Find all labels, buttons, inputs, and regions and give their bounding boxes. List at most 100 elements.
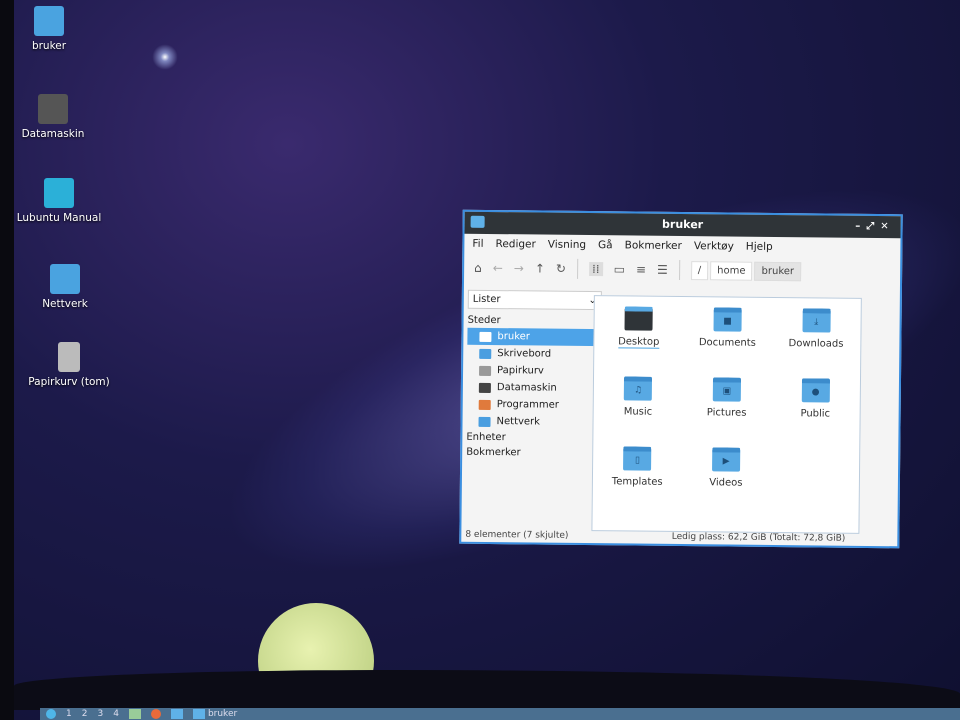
window-controls[interactable]: –⤢✕ xyxy=(855,216,895,238)
file-item[interactable]: ▯ Templates xyxy=(593,442,682,513)
templates-folder-icon: ▯ xyxy=(623,446,652,471)
pictures-folder-icon: ▣ xyxy=(712,377,742,402)
status-count: 8 elementer (7 skjulte) xyxy=(465,529,569,541)
file-item[interactable]: ▣ Pictures xyxy=(682,373,771,444)
task-bruker[interactable]: bruker xyxy=(192,709,238,719)
breadcrumb: / home bruker xyxy=(690,260,802,281)
workspace-2[interactable]: 2 xyxy=(82,709,88,719)
computer-icon xyxy=(478,382,491,393)
manual-icon xyxy=(44,178,74,208)
trash-icon xyxy=(479,365,492,376)
crumb-bruker[interactable]: bruker xyxy=(754,261,802,281)
network-icon xyxy=(478,416,491,427)
up-icon[interactable]: ↑ xyxy=(535,261,545,275)
item-label: Skrivebord xyxy=(497,348,552,360)
back-icon[interactable]: ← xyxy=(493,261,503,275)
item-label: Nettverk xyxy=(496,416,541,428)
applications-icon xyxy=(478,399,491,410)
file-item[interactable]: ♫ Music xyxy=(593,372,682,443)
file-view: Desktop ■ Documents ⤓ Downloads ♫ Music ▣ Pi… xyxy=(591,295,862,534)
public-folder-icon: ● xyxy=(801,378,830,403)
desktop-icon-home[interactable]: bruker xyxy=(4,6,94,52)
home-folder-icon xyxy=(34,6,64,36)
menu-visning[interactable]: Visning xyxy=(548,239,586,251)
file-manager-window: bruker –⤢✕ Fil Rediger Visning Gå Bokmerk… xyxy=(459,209,903,549)
side-pane-mode-select[interactable]: Lister ⌄ xyxy=(467,289,602,311)
workspace-3[interactable]: 3 xyxy=(97,709,103,719)
file-name: Downloads xyxy=(788,338,844,350)
trash-icon xyxy=(58,342,80,372)
file-manager-launcher-icon[interactable] xyxy=(170,709,183,719)
file-name: Public xyxy=(800,408,831,420)
file-item[interactable]: ● Public xyxy=(771,374,860,445)
menu-bokmerker[interactable]: Bokmerker xyxy=(625,239,682,252)
desktop-icon-computer[interactable]: Datamaskin xyxy=(8,94,98,140)
sidebar-item-datamaskin[interactable]: Datamaskin xyxy=(467,379,601,397)
file-item[interactable]: ■ Documents xyxy=(683,303,772,374)
crumb-home[interactable]: home xyxy=(710,260,753,281)
icon-label: Datamaskin xyxy=(21,128,85,140)
new-window-icon[interactable]: ⌂ xyxy=(474,261,482,275)
file-name: Pictures xyxy=(706,407,747,419)
workspace-1[interactable]: 1 xyxy=(66,709,72,719)
file-name: Music xyxy=(623,406,653,418)
menu-ga[interactable]: Gå xyxy=(598,239,613,251)
app-icon xyxy=(470,215,485,228)
computer-icon xyxy=(38,94,68,124)
desktop-icon-network[interactable]: Nettverk xyxy=(20,264,110,310)
section-bookmarks[interactable]: Bokmerker xyxy=(466,445,600,461)
folder-icon xyxy=(192,709,205,719)
forward-icon[interactable]: → xyxy=(514,261,524,275)
menu-hjelp[interactable]: Hjelp xyxy=(746,241,773,253)
icon-label: Nettverk xyxy=(42,298,88,310)
icon-label: Papirkurv (tom) xyxy=(28,376,110,388)
desktop-icon-trash[interactable]: Papirkurv (tom) xyxy=(24,342,114,388)
menu-rediger[interactable]: Rediger xyxy=(495,238,535,250)
detail-view-icon[interactable]: ☰ xyxy=(657,263,668,277)
sidebar-item-papirkurv[interactable]: Papirkurv xyxy=(467,362,601,380)
file-item[interactable]: ⤓ Downloads xyxy=(771,304,860,375)
firefox-icon[interactable] xyxy=(150,709,161,719)
file-name: Documents xyxy=(698,337,756,349)
crumb-root[interactable]: / xyxy=(690,260,709,280)
icon-view-icon[interactable]: ⁞⁞ xyxy=(588,262,603,277)
file-name: Videos xyxy=(709,477,743,489)
sidebar-item-skrivebord[interactable]: Skrivebord xyxy=(467,345,601,363)
music-folder-icon: ♫ xyxy=(624,376,653,401)
compact-view-icon[interactable]: ≡ xyxy=(636,263,646,277)
reload-icon[interactable]: ↻ xyxy=(556,262,566,276)
title-bar[interactable]: bruker –⤢✕ xyxy=(464,211,901,239)
window-title: bruker xyxy=(662,217,704,232)
home-icon xyxy=(479,331,492,342)
menu-fil[interactable]: Fil xyxy=(472,238,483,250)
desktop-folder-icon xyxy=(624,306,654,331)
item-label: bruker xyxy=(497,331,530,343)
thumbnail-view-icon[interactable]: ▭ xyxy=(614,262,625,276)
sidebar-item-programmer[interactable]: Programmer xyxy=(467,396,601,414)
toolbar: ⌂ ← → ↑ ↻ ⁞⁞ ▭ ≡ ☰ / home bruker xyxy=(464,254,900,287)
downloads-folder-icon: ⤓ xyxy=(802,308,831,333)
desktop-icon-manual[interactable]: Lubuntu Manual xyxy=(14,178,104,224)
wallpaper-star xyxy=(150,42,180,72)
section-places[interactable]: Steder xyxy=(468,313,602,329)
file-name: Desktop xyxy=(618,336,660,349)
file-item[interactable]: ▶ Videos xyxy=(681,443,770,514)
mode-value: Lister xyxy=(472,293,501,306)
item-label: Programmer xyxy=(496,399,559,411)
item-label: Papirkurv xyxy=(497,365,544,377)
side-pane: Lister ⌄ Steder bruker Skrivebord Papirku… xyxy=(465,289,602,539)
file-item[interactable]: Desktop xyxy=(594,302,683,373)
menu-verktoy[interactable]: Verktøy xyxy=(694,240,734,252)
section-devices[interactable]: Enheter xyxy=(466,430,600,446)
desktop-icon xyxy=(479,348,492,359)
file-name: Templates xyxy=(611,476,663,488)
sidebar-item-bruker[interactable]: bruker xyxy=(467,327,602,347)
start-menu-icon[interactable] xyxy=(46,709,56,719)
videos-folder-icon: ▶ xyxy=(712,447,741,472)
wallpaper-hills xyxy=(14,670,960,710)
workspace-4[interactable]: 4 xyxy=(113,709,119,719)
sidebar-item-nettverk[interactable]: Nettverk xyxy=(466,413,600,431)
show-desktop-icon[interactable] xyxy=(128,709,141,719)
task-label: bruker xyxy=(207,709,238,719)
documents-folder-icon: ■ xyxy=(713,307,742,332)
